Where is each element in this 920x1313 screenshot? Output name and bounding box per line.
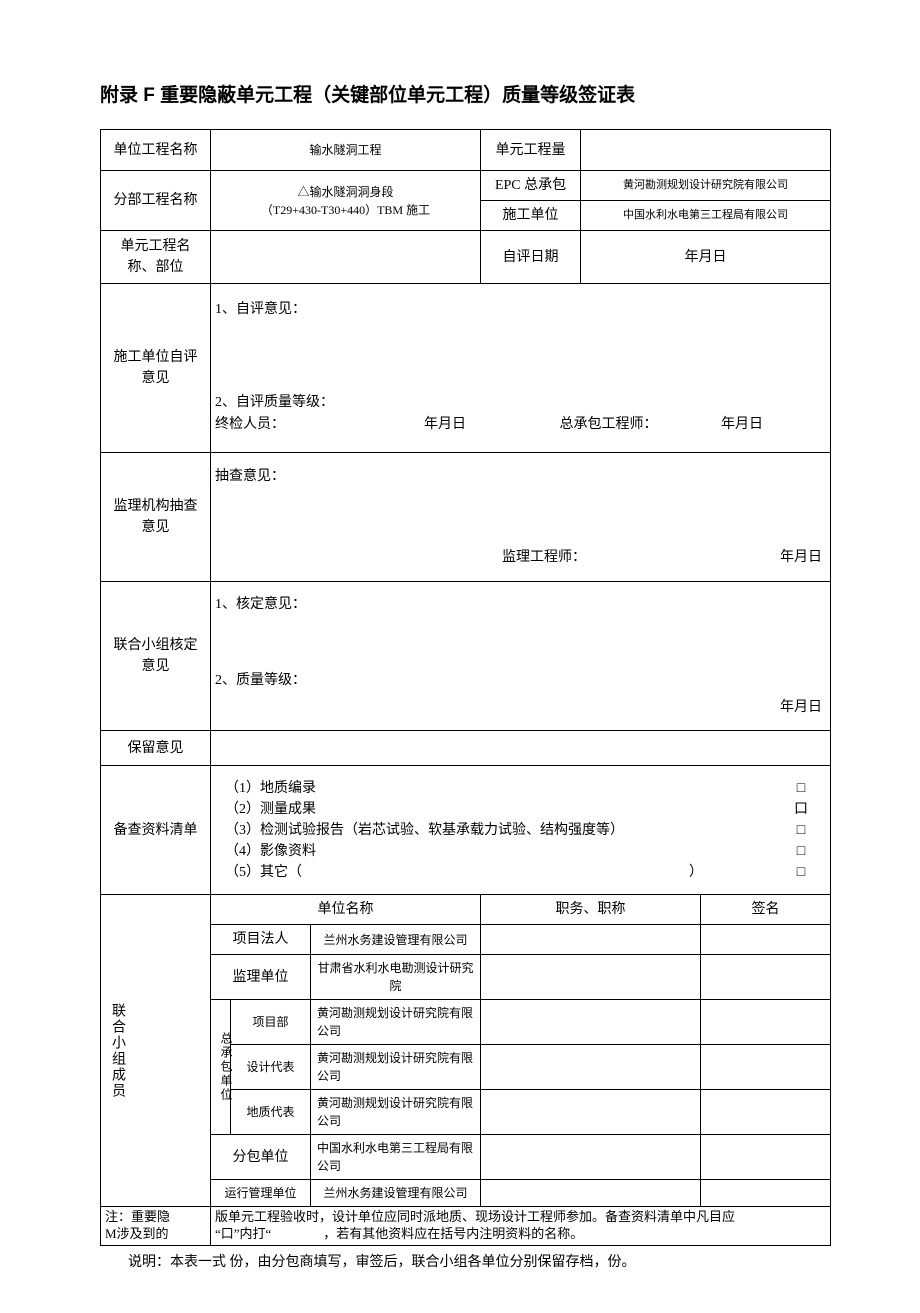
- label-self-eval-date: 自评日期: [481, 231, 581, 284]
- row-gc-project-dept-pos: [481, 1000, 701, 1045]
- self-sig-inspector: 终检人员：: [215, 414, 375, 436]
- gc-vtext: 总承包单位: [217, 1028, 235, 1106]
- checkbox-5[interactable]: □: [786, 862, 816, 883]
- row-operation-pos: [481, 1180, 701, 1207]
- note-label-2: M涉及到的: [105, 1226, 206, 1243]
- label-checklist: 备查资料清单: [101, 766, 211, 895]
- label-subproject-name: 分部工程名称: [101, 171, 211, 231]
- row-supervision-label: 监理单位: [211, 955, 311, 1000]
- checkbox-4[interactable]: □: [786, 841, 816, 862]
- checkbox-3[interactable]: □: [786, 820, 816, 841]
- checklist-item-5: （5）其它（ ）: [225, 862, 786, 883]
- row-project-legal-label: 项目法人: [211, 925, 311, 955]
- block-construction-self-opinion: 1、自评意见： 2、自评质量等级： 终检人员： 年月日 总承包工程师： 年月日: [211, 284, 831, 453]
- row-gc-design-pos: [481, 1045, 701, 1090]
- note-text-a: 版单元工程验收时，设计单位应同时派地质、现场设计工程师参加。备查资料清单中凡目应: [215, 1209, 826, 1226]
- row-supervision-unit: 甘肃省水利水电勘测设计研究院: [311, 955, 481, 1000]
- label-reserved-opinion: 保留意见: [101, 731, 211, 766]
- self-opinion-1: 1、自评意见：: [215, 299, 822, 321]
- row-gc-geo-label: 地质代表: [231, 1090, 311, 1135]
- label-supervision-opinion: 监理机构抽查意见: [101, 453, 211, 582]
- row-gc-design-sign: [701, 1045, 831, 1090]
- row-gc-geo-unit: 黄河勘测规划设计研究院有限公司: [311, 1090, 481, 1135]
- row-gc-project-dept-sign: [701, 1000, 831, 1045]
- value-subproject-name: △输水隧洞洞身段 （T29+430-T30+440）TBM 施工: [211, 171, 481, 231]
- row-gc-geo-pos: [481, 1090, 701, 1135]
- label-unit-project-name: 单位工程名称: [101, 130, 211, 171]
- checklist-5-prefix: （5）其它（: [225, 865, 302, 880]
- checkbox-1[interactable]: □: [786, 778, 816, 799]
- value-self-eval-date: 年月日: [581, 231, 831, 284]
- row-gc-geo-sign: [701, 1090, 831, 1135]
- note-text-b: “口”内打“ ，若有其他资料应在括号内注明资料的名称。: [215, 1226, 826, 1243]
- page-title: 附录 F 重要隐蔽单元工程（关键部位单元工程）质量等级签证表: [100, 80, 830, 107]
- row-gc-design-unit: 黄河勘测规划设计研究院有限公司: [311, 1045, 481, 1090]
- checklist-item-4: （4）影像资料: [225, 841, 786, 862]
- inspect-sig: 监理工程师：: [502, 547, 702, 568]
- joint-members-vtext: 联合小组成员: [107, 999, 128, 1103]
- row-subcontractor-label: 分包单位: [211, 1135, 311, 1180]
- footer-explain: 说明：本表一式 份，由分包商填写，审签后，联合小组各单位分别保留存档，份。: [100, 1252, 830, 1273]
- self-sig-date1: 年月日: [375, 414, 515, 436]
- row-gc-design-label: 设计代表: [231, 1045, 311, 1090]
- checklist-item-1: （1）地质编录: [225, 778, 786, 799]
- joint-date: 年月日: [215, 691, 822, 718]
- row-operation-label: 运行管理单位: [211, 1180, 311, 1207]
- self-sig-date2: 年月日: [662, 414, 822, 436]
- label-epc: EPC 总承包: [481, 171, 581, 201]
- note-label-cell: 注：重要隐 M涉及到的: [101, 1207, 211, 1246]
- value-epc: 黄河勘测规划设计研究院有限公司: [581, 171, 831, 201]
- label-unit-quantity: 单元工程量: [481, 130, 581, 171]
- label-joint-group-members: 联合小组成员: [101, 895, 211, 1207]
- note-text-cell: 版单元工程验收时，设计单位应同时派地质、现场设计工程师参加。备查资料清单中凡目应…: [211, 1207, 831, 1246]
- row-subcontractor-pos: [481, 1135, 701, 1180]
- value-reserved-opinion: [211, 731, 831, 766]
- self-sig-engineer: 总承包工程师：: [515, 414, 662, 436]
- inspect-date: 年月日: [702, 547, 822, 568]
- value-unit-project-name: 输水隧洞工程: [211, 130, 481, 171]
- main-table: 单位工程名称 输水隧洞工程 单元工程量 分部工程名称 △输水隧洞洞身段 （T29…: [100, 129, 831, 1246]
- row-project-legal-pos: [481, 925, 701, 955]
- label-joint-group-opinion: 联合小组核定意见: [101, 582, 211, 731]
- col-sign: 签名: [701, 895, 831, 925]
- row-supervision-pos: [481, 955, 701, 1000]
- checkbox-2[interactable]: 口: [786, 799, 816, 820]
- inspect-head: 抽查意见：: [215, 466, 822, 487]
- checklist-item-2: （2）测量成果: [225, 799, 786, 820]
- row-subcontractor-unit: 中国水利水电第三工程局有限公司: [311, 1135, 481, 1180]
- label-general-contract-unit: 总承包单位: [211, 1000, 231, 1135]
- row-operation-sign: [701, 1180, 831, 1207]
- row-gc-project-dept-label: 项目部: [231, 1000, 311, 1045]
- col-unit-name: 单位名称: [211, 895, 481, 925]
- value-unit-quantity: [581, 130, 831, 171]
- label-construction-unit: 施工单位: [481, 201, 581, 231]
- row-project-legal-unit: 兰州水务建设管理有限公司: [311, 925, 481, 955]
- row-project-legal-sign: [701, 925, 831, 955]
- joint-opinion-2: 2、质量等级：: [215, 670, 822, 691]
- row-gc-project-dept-unit: 黄河勘测规划设计研究院有限公司: [311, 1000, 481, 1045]
- label-construction-self-opinion: 施工单位自评意见: [101, 284, 211, 453]
- value-unit-name-part: [211, 231, 481, 284]
- col-position: 职务、职称: [481, 895, 701, 925]
- row-supervision-sign: [701, 955, 831, 1000]
- block-checklist: （1）地质编录□ （2）测量成果口 （3）检测试验报告（岩芯试验、软基承载力试验…: [211, 766, 831, 895]
- value-construction-unit: 中国水利水电第三工程局有限公司: [581, 201, 831, 231]
- subproject-line1: △输水隧洞洞身段: [217, 183, 474, 201]
- self-opinion-2: 2、自评质量等级：: [215, 392, 822, 414]
- note-label-1: 注：重要隐: [105, 1209, 206, 1226]
- label-unit-name-part: 单元工程名称、部位: [101, 231, 211, 284]
- block-supervision-opinion: 抽查意见： 监理工程师： 年月日: [211, 453, 831, 582]
- subproject-line2: （T29+430-T30+440）TBM 施工: [217, 201, 474, 219]
- row-operation-unit: 兰州水务建设管理有限公司: [311, 1180, 481, 1207]
- block-joint-group-opinion: 1、核定意见： 2、质量等级： 年月日: [211, 582, 831, 731]
- row-subcontractor-sign: [701, 1135, 831, 1180]
- joint-opinion-1: 1、核定意见：: [215, 594, 822, 615]
- checklist-5-suffix: ）: [689, 865, 703, 880]
- checklist-item-3: （3）检测试验报告（岩芯试验、软基承载力试验、结构强度等）: [225, 820, 786, 841]
